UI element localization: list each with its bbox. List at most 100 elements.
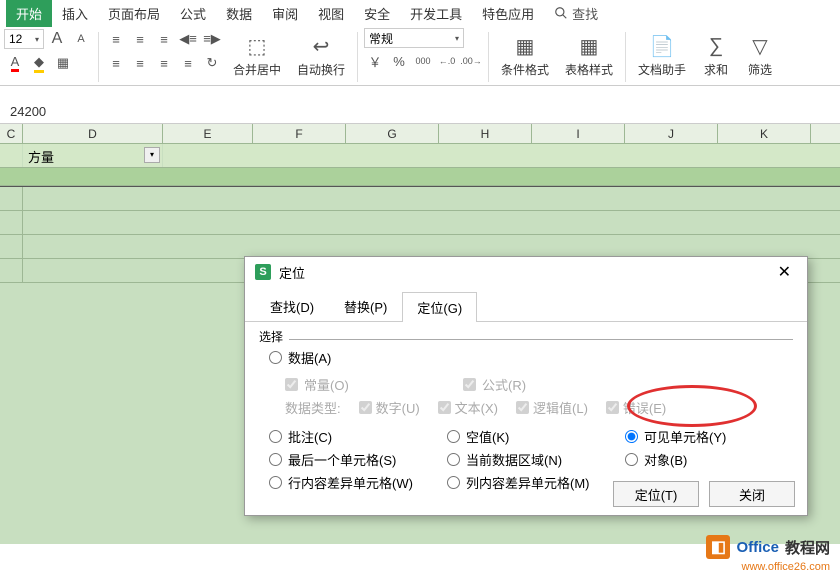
checkbox-text: [438, 401, 451, 414]
option-row-diff[interactable]: 行内容差异单元格(W): [269, 473, 437, 492]
col-header-j[interactable]: J: [625, 124, 718, 143]
tab-find[interactable]: 查找(D): [255, 291, 329, 321]
align-middle-icon[interactable]: ≡: [129, 28, 151, 50]
tab-special[interactable]: 特色应用: [472, 0, 544, 27]
align-left-icon[interactable]: ≡: [105, 52, 127, 74]
option-col-diff[interactable]: 列内容差异单元格(M): [447, 473, 615, 492]
filter-row: 方量 ▾: [0, 144, 840, 168]
col-header-g[interactable]: G: [346, 124, 439, 143]
fill-color-icon[interactable]: ◆: [28, 52, 50, 74]
table-style-label: 表格样式: [565, 61, 613, 78]
tab-developer[interactable]: 开发工具: [400, 0, 472, 27]
radio-col-diff[interactable]: [447, 476, 460, 489]
filter-button[interactable]: ▽ 筛选: [740, 28, 780, 82]
column-headers: C D E F G H I J K: [0, 124, 840, 144]
watermark-text2: 教程网: [785, 537, 830, 558]
checkbox-number: [359, 401, 372, 414]
office-logo-icon: ◧: [706, 535, 730, 559]
tab-start[interactable]: 开始: [6, 0, 52, 27]
font-size-select[interactable]: 12▾: [4, 29, 44, 49]
merge-label: 合并居中: [233, 61, 281, 78]
radio-current-region[interactable]: [447, 453, 460, 466]
option-blank[interactable]: 空值(K): [447, 427, 615, 446]
merge-center-button[interactable]: ⬚ 合并居中: [227, 28, 287, 82]
radio-comment[interactable]: [269, 430, 282, 443]
tab-review[interactable]: 审阅: [262, 0, 308, 27]
radio-row-diff[interactable]: [269, 476, 282, 489]
watermark-text1: Office: [736, 539, 779, 556]
goto-button[interactable]: 定位(T): [613, 481, 699, 507]
decrease-decimal-icon[interactable]: .00→: [460, 50, 482, 72]
decrease-font-icon[interactable]: A: [70, 28, 92, 50]
align-center-icon[interactable]: ≡: [129, 52, 151, 74]
option-object[interactable]: 对象(B): [625, 450, 793, 469]
watermark: ◧ Office 教程网: [706, 535, 830, 559]
sum-button[interactable]: ∑ 求和: [696, 28, 736, 82]
increase-decimal-icon[interactable]: ←.0: [436, 50, 458, 72]
tab-data[interactable]: 数据: [216, 0, 262, 27]
doc-helper-button[interactable]: 📄 文档助手: [632, 28, 692, 82]
percent-icon[interactable]: %: [388, 50, 410, 72]
option-data[interactable]: 数据(A): [269, 348, 793, 367]
align-right-icon[interactable]: ≡: [153, 52, 175, 74]
close-icon[interactable]: ✕: [772, 262, 797, 282]
radio-object[interactable]: [625, 453, 638, 466]
distribute-icon[interactable]: ≡: [177, 52, 199, 74]
wrap-icon: ↩: [307, 33, 335, 61]
doc-helper-icon: 📄: [648, 33, 676, 61]
comma-icon[interactable]: 000: [412, 50, 434, 72]
col-header-c[interactable]: C: [0, 124, 23, 143]
formula-bar[interactable]: 24200: [0, 100, 840, 124]
orientation-icon[interactable]: ↻: [201, 52, 223, 74]
table-row[interactable]: [0, 211, 840, 235]
checkbox-logical: [516, 401, 529, 414]
tab-security[interactable]: 安全: [354, 0, 400, 27]
cond-format-button[interactable]: ▦ 条件格式: [495, 28, 555, 82]
tab-view[interactable]: 视图: [308, 0, 354, 27]
selection[interactable]: [0, 168, 840, 186]
close-button[interactable]: 关闭: [709, 481, 795, 507]
tab-replace[interactable]: 替换(P): [329, 291, 402, 321]
number-format-select[interactable]: 常规▾: [364, 28, 464, 48]
filter-cell[interactable]: 方量 ▾: [23, 144, 163, 167]
tab-insert[interactable]: 插入: [52, 0, 98, 27]
checkbox-formula: [463, 378, 476, 391]
indent-dec-icon[interactable]: ◀≡: [177, 28, 199, 50]
increase-font-icon[interactable]: A: [46, 28, 68, 50]
option-current-region[interactable]: 当前数据区域(N): [447, 450, 615, 469]
col-header-h[interactable]: H: [439, 124, 532, 143]
align-bottom-icon[interactable]: ≡: [153, 28, 175, 50]
tab-layout[interactable]: 页面布局: [98, 0, 170, 27]
sum-label: 求和: [704, 61, 728, 78]
table-row[interactable]: [0, 187, 840, 211]
option-data-label: 数据(A): [288, 348, 331, 367]
radio-data[interactable]: [269, 351, 282, 364]
chevron-down-icon: ▾: [455, 34, 459, 43]
auto-wrap-button[interactable]: ↩ 自动换行: [291, 28, 351, 82]
col-header-e[interactable]: E: [163, 124, 253, 143]
font-color-icon[interactable]: A: [4, 52, 26, 74]
radio-blank[interactable]: [447, 430, 460, 443]
table-style-button[interactable]: ▦ 表格样式: [559, 28, 619, 82]
radio-visible[interactable]: [625, 430, 638, 443]
radio-last[interactable]: [269, 453, 282, 466]
col-header-k[interactable]: K: [718, 124, 811, 143]
option-comment[interactable]: 批注(C): [269, 427, 437, 446]
option-visible[interactable]: 可见单元格(Y): [625, 427, 793, 446]
tab-goto[interactable]: 定位(G): [402, 292, 477, 322]
doc-helper-label: 文档助手: [638, 61, 686, 78]
currency-icon[interactable]: ￥: [364, 50, 386, 72]
option-last[interactable]: 最后一个单元格(S): [269, 450, 437, 469]
tab-formula[interactable]: 公式: [170, 0, 216, 27]
align-top-icon[interactable]: ≡: [105, 28, 127, 50]
checkbox-error: [606, 401, 619, 414]
filter-dropdown-icon[interactable]: ▾: [144, 147, 160, 163]
col-header-f[interactable]: F: [253, 124, 346, 143]
font-size-value: 12: [9, 32, 22, 46]
col-header-d[interactable]: D: [23, 124, 163, 143]
search-tab[interactable]: 查找: [544, 0, 608, 27]
col-header-i[interactable]: I: [532, 124, 625, 143]
indent-inc-icon[interactable]: ≡▶: [201, 28, 223, 50]
ribbon-tabs: 开始 插入 页面布局 公式 数据 审阅 视图 安全 开发工具 特色应用 查找: [0, 0, 840, 26]
border-icon[interactable]: ▦: [52, 52, 74, 74]
